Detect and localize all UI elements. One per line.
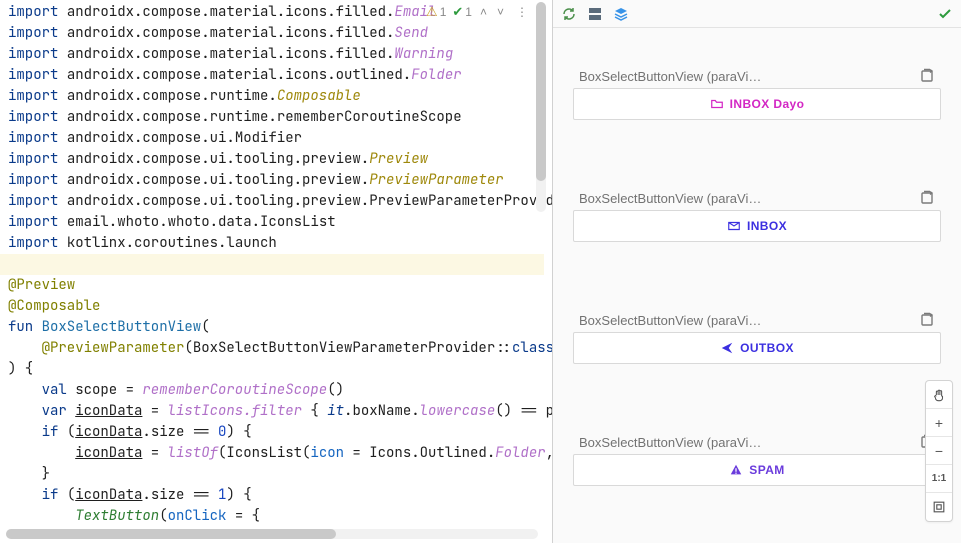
preview-item-header: BoxSelectButtonView (paraVi… bbox=[573, 190, 941, 210]
preview-button-label: OUTBOX bbox=[740, 341, 794, 355]
preview-render-box[interactable]: INBOX bbox=[573, 210, 941, 242]
preview-item: BoxSelectButtonView (paraVi… OUTBOX bbox=[573, 312, 941, 364]
code-content[interactable]: import androidx.compose.material.icons.f… bbox=[0, 0, 552, 527]
email-icon bbox=[727, 219, 741, 233]
editor-pane: ⚠ 1 ✔ 1 ˄ ˅ ⋮ import androidx.compose.ma… bbox=[0, 0, 553, 543]
refresh-icon[interactable] bbox=[561, 6, 577, 22]
warnings-badge[interactable]: ⚠ 1 bbox=[426, 4, 446, 20]
deploy-to-device-icon[interactable] bbox=[919, 312, 935, 328]
preview-item-title: BoxSelectButtonView (paraVi… bbox=[579, 191, 761, 206]
editor-vertical-scrollbar[interactable] bbox=[536, 2, 546, 212]
preview-render-box[interactable]: SPAM bbox=[573, 454, 941, 486]
preview-item: BoxSelectButtonView (paraVi… INBOX Dayo bbox=[573, 68, 941, 120]
zoom-reset-label: 1:1 bbox=[932, 473, 946, 484]
check-icon: ✔ bbox=[452, 4, 463, 20]
warnings-count: 1 bbox=[440, 5, 447, 19]
warning-icon: ⚠ bbox=[426, 4, 438, 20]
preview-item: BoxSelectButtonView (paraVi… SPAM bbox=[573, 434, 941, 486]
folder-outline-icon bbox=[710, 97, 724, 111]
deploy-to-device-icon[interactable] bbox=[919, 68, 935, 84]
preview-item-header: BoxSelectButtonView (paraVi… bbox=[573, 434, 941, 454]
ok-badge[interactable]: ✔ 1 bbox=[452, 4, 472, 20]
ide-window: ⚠ 1 ✔ 1 ˄ ˅ ⋮ import androidx.compose.ma… bbox=[0, 0, 961, 543]
zoom-in-button[interactable]: + bbox=[926, 409, 952, 437]
layers-icon[interactable] bbox=[613, 6, 629, 22]
zoom-fit-button[interactable] bbox=[926, 493, 952, 521]
zoom-reset-button[interactable]: 1:1 bbox=[926, 465, 952, 493]
warning-icon bbox=[729, 463, 743, 477]
preview-button-label: SPAM bbox=[749, 463, 784, 477]
ok-count: 1 bbox=[465, 5, 472, 19]
preview-item-title: BoxSelectButtonView (paraVi… bbox=[579, 313, 761, 328]
editor-horizontal-scrollbar[interactable] bbox=[6, 529, 538, 539]
zoom-controls: + − 1:1 bbox=[925, 380, 953, 522]
zoom-in-label: + bbox=[935, 415, 943, 431]
pan-tool-button[interactable] bbox=[926, 381, 952, 409]
compose-preview-pane: BoxSelectButtonView (paraVi… INBOX Dayo … bbox=[553, 0, 961, 543]
preview-toolbar bbox=[553, 0, 961, 28]
inspections-widget[interactable]: ⚠ 1 ✔ 1 ˄ ˅ ⋮ bbox=[426, 4, 528, 20]
zoom-out-label: − bbox=[935, 443, 943, 459]
preview-button-label: INBOX Dayo bbox=[730, 97, 805, 111]
code-editor[interactable]: import androidx.compose.material.icons.f… bbox=[0, 0, 552, 543]
preview-item: BoxSelectButtonView (paraVi… INBOX bbox=[573, 190, 941, 242]
deploy-to-device-icon[interactable] bbox=[919, 190, 935, 206]
preview-status-ok-icon[interactable] bbox=[937, 6, 953, 22]
send-icon bbox=[720, 341, 734, 355]
preview-item-header: BoxSelectButtonView (paraVi… bbox=[573, 68, 941, 88]
prev-highlight-button[interactable]: ˄ bbox=[478, 5, 489, 19]
preview-item-header: BoxSelectButtonView (paraVi… bbox=[573, 312, 941, 332]
next-highlight-button[interactable]: ˅ bbox=[495, 5, 506, 19]
zoom-out-button[interactable]: − bbox=[926, 437, 952, 465]
preview-button-label: INBOX bbox=[747, 219, 787, 233]
preview-render-box[interactable]: INBOX Dayo bbox=[573, 88, 941, 120]
preview-render-box[interactable]: OUTBOX bbox=[573, 332, 941, 364]
preview-item-title: BoxSelectButtonView (paraVi… bbox=[579, 435, 761, 450]
preview-surface[interactable]: BoxSelectButtonView (paraVi… INBOX Dayo … bbox=[553, 28, 961, 543]
preview-item-title: BoxSelectButtonView (paraVi… bbox=[579, 69, 761, 84]
kebab-menu-icon[interactable]: ⋮ bbox=[512, 5, 528, 19]
layout-stack-icon[interactable] bbox=[587, 6, 603, 22]
